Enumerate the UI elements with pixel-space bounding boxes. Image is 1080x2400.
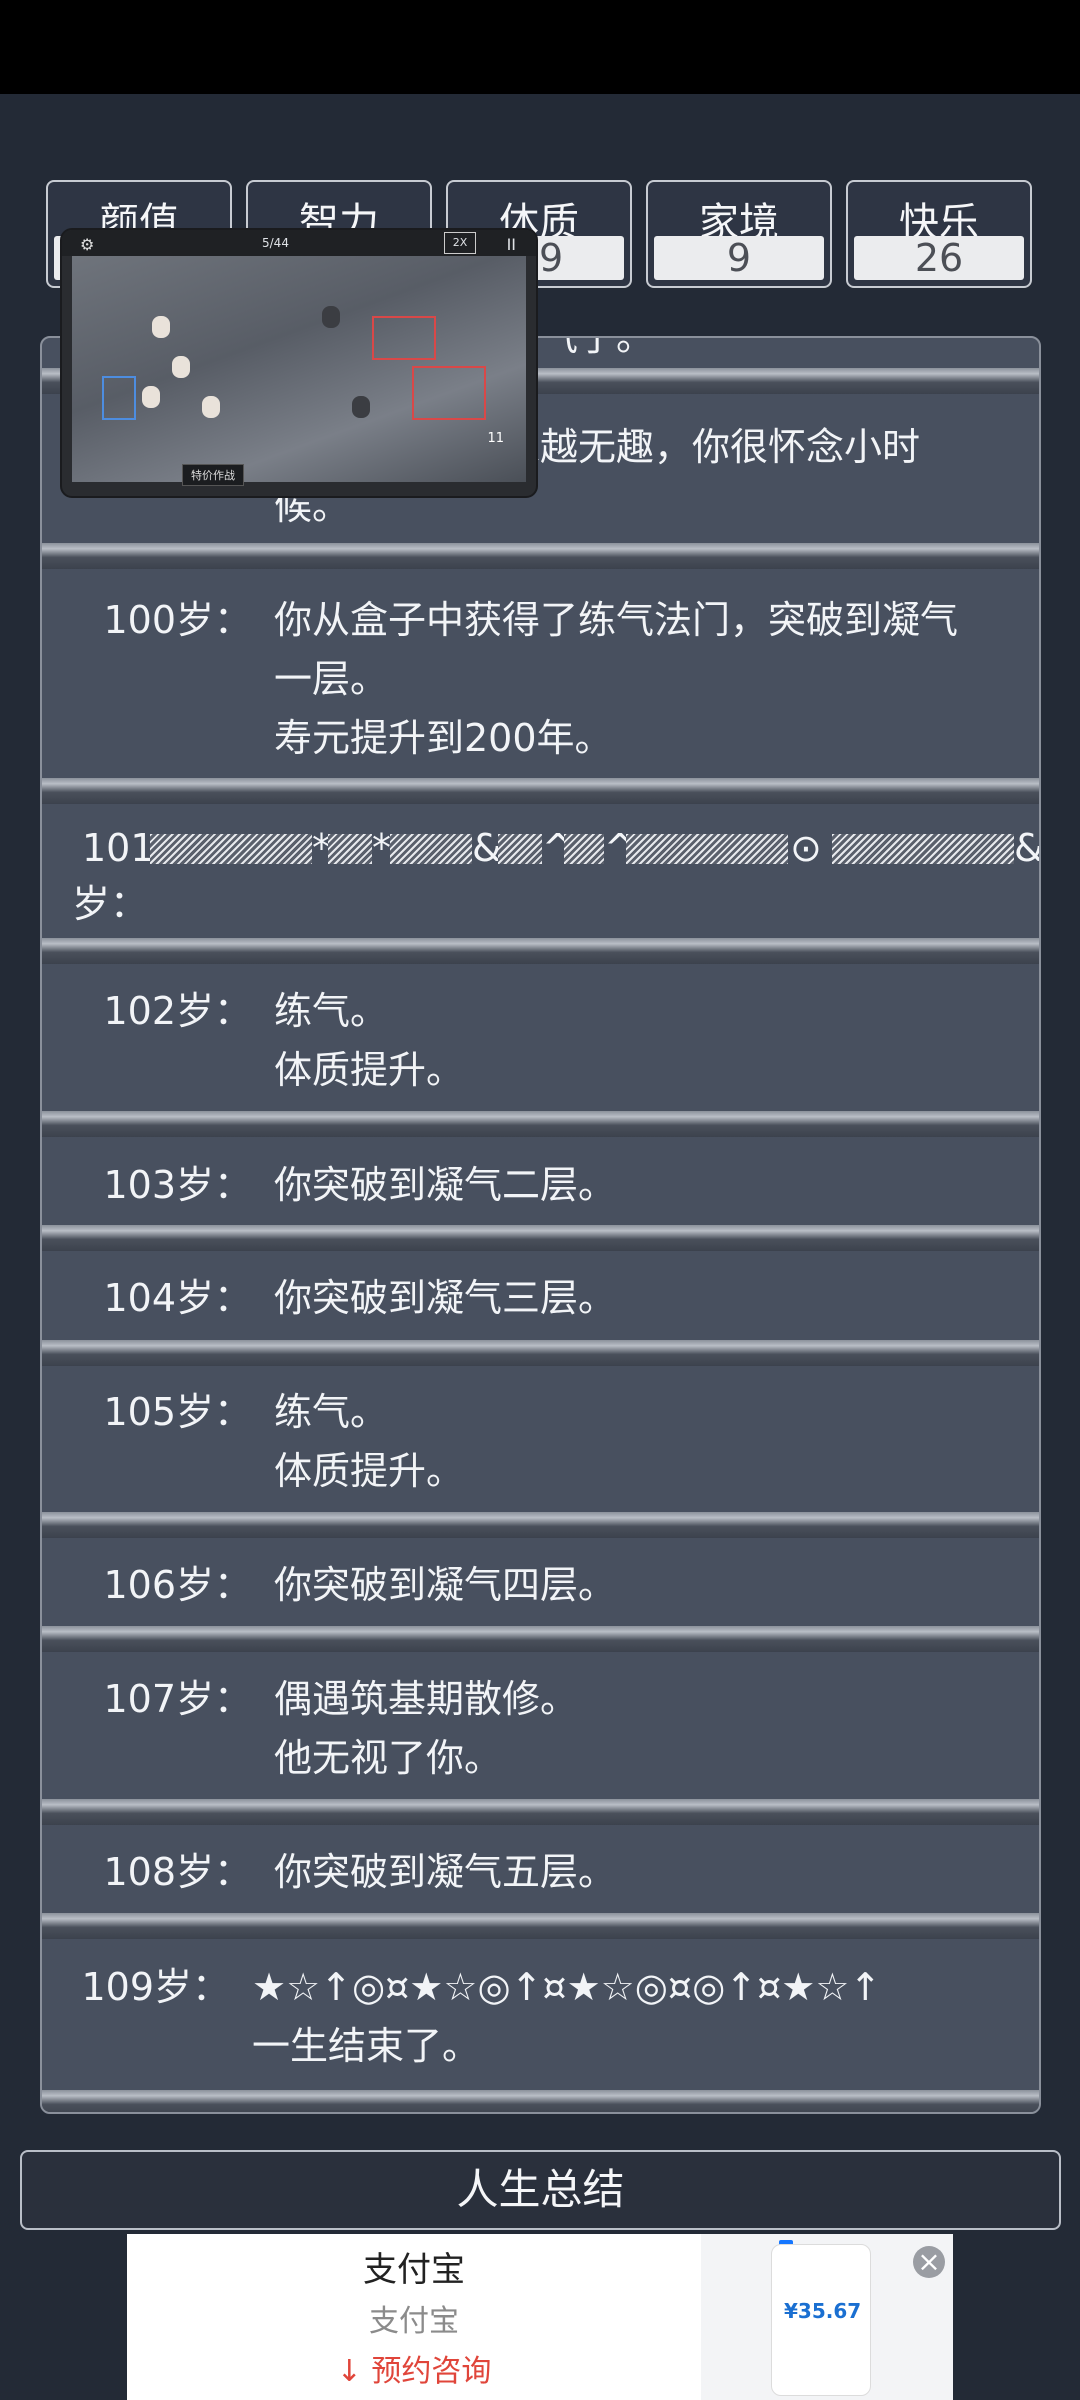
deploy-tile [372,316,436,360]
enemy-unit [352,396,370,418]
life-summary-button[interactable]: 人生总结 [20,2150,1061,2230]
log-text: 你从盒子中获得了练气法门，突破到凝气 一层。 寿元提升到200年。 [274,598,959,760]
glitch-symbol: * [372,826,391,870]
divider [42,1913,1039,1939]
gear-icon[interactable]: ⚙ [80,232,94,258]
ad-subtitle: 支付宝 [369,2304,459,2339]
floating-video-window[interactable]: ⚙ 5/44 2X II 11 特价作战 [60,228,538,498]
log-text: 你突破到凝气五层。 [274,1850,617,1894]
phone-mockup: ¥35.67 [771,2244,871,2396]
ad-banner[interactable]: 支付宝 支付宝 ↓ 预约咨询 ¥35.67 × [127,2234,953,2400]
stat-value: 9 [654,236,824,280]
divider [42,2090,1039,2112]
log-age: 102岁： [103,989,252,1033]
download-arrow-icon: ↓ [336,2354,372,2389]
glitch-block [498,834,542,864]
log-text: ★☆↑◎¤★☆◎↑¤★☆◎¤◎↑¤★☆↑ 一生结束了。 [252,1965,882,2068]
life-log[interactable]: 终于吸到新鲜空气了。 你觉得生活越来越无趣，你很怀念小时 候。 100岁： 你从… [40,336,1041,2114]
glitch-symbol: ⊙ [790,826,822,870]
glitch-block [328,834,372,864]
log-age: 106岁： [103,1563,252,1607]
corrupted-text: * * & ^ ^ ⊙ & [150,826,1039,870]
glitch-block [832,834,1014,864]
glitch-symbol: & [1014,826,1041,870]
log-age-suffix: 岁： [72,882,149,926]
status-bar [0,0,1080,94]
log-age: 105岁： [103,1390,252,1434]
stat-value: 26 [854,236,1024,280]
ad-cta-button[interactable]: ↓ 预约咨询 [127,2346,701,2390]
speed-button[interactable]: 2X [444,232,476,254]
divider [42,1512,1039,1538]
divider [42,543,1039,569]
divider [42,1626,1039,1652]
divider [42,938,1039,964]
ad-image: ¥35.67 × [701,2234,953,2400]
ad-price: ¥35.67 [784,2299,862,2323]
log-age: 103岁： [103,1163,252,1207]
unit [142,386,160,408]
log-age: 104岁： [103,1276,252,1320]
log-text: 练气。 体质提升。 [274,989,465,1092]
special-op-button[interactable]: 特价作战 [182,464,244,486]
divider [42,1340,1039,1366]
divider [42,778,1039,804]
log-text: 练气。 体质提升。 [274,1390,465,1493]
log-age: 100岁： [103,598,252,642]
unit [152,316,170,338]
log-text: 你突破到凝气四层。 [274,1563,617,1607]
divider [42,1111,1039,1137]
enemy-unit [322,306,340,328]
ad-cta-label: 预约咨询 [371,2354,492,2389]
pause-button[interactable]: II [507,232,516,258]
stat-happiness: 快乐 26 [846,180,1032,288]
deploy-tile [412,366,486,420]
unit [172,356,190,378]
log-age: 107岁： [103,1677,252,1721]
deploy-tile [102,376,136,420]
game-map [72,256,526,482]
glitch-block [150,834,312,864]
game-top-bar: ⚙ 5/44 2X II [62,230,536,256]
log-text: 偶遇筑基期散修。 他无视了你。 [274,1677,579,1780]
unit [202,396,220,418]
glitch-block [626,834,788,864]
log-text: 你突破到凝气二层。 [274,1163,617,1207]
divider [42,1799,1039,1825]
stat-family: 家境 9 [646,180,832,288]
ad-title: 支付宝 [363,2250,465,2290]
glitch-block [564,834,604,864]
log-text: 你突破到凝气三层。 [274,1276,617,1320]
enemy-counter: 5/44 [262,236,289,250]
deploy-count: 11 [487,431,504,446]
close-icon[interactable]: × [913,2246,945,2278]
glitch-block [390,834,472,864]
divider [42,1225,1039,1251]
log-age: 108岁： [103,1850,252,1894]
log-age: 109岁： [81,1965,230,2009]
log-age: 101 [82,826,155,870]
